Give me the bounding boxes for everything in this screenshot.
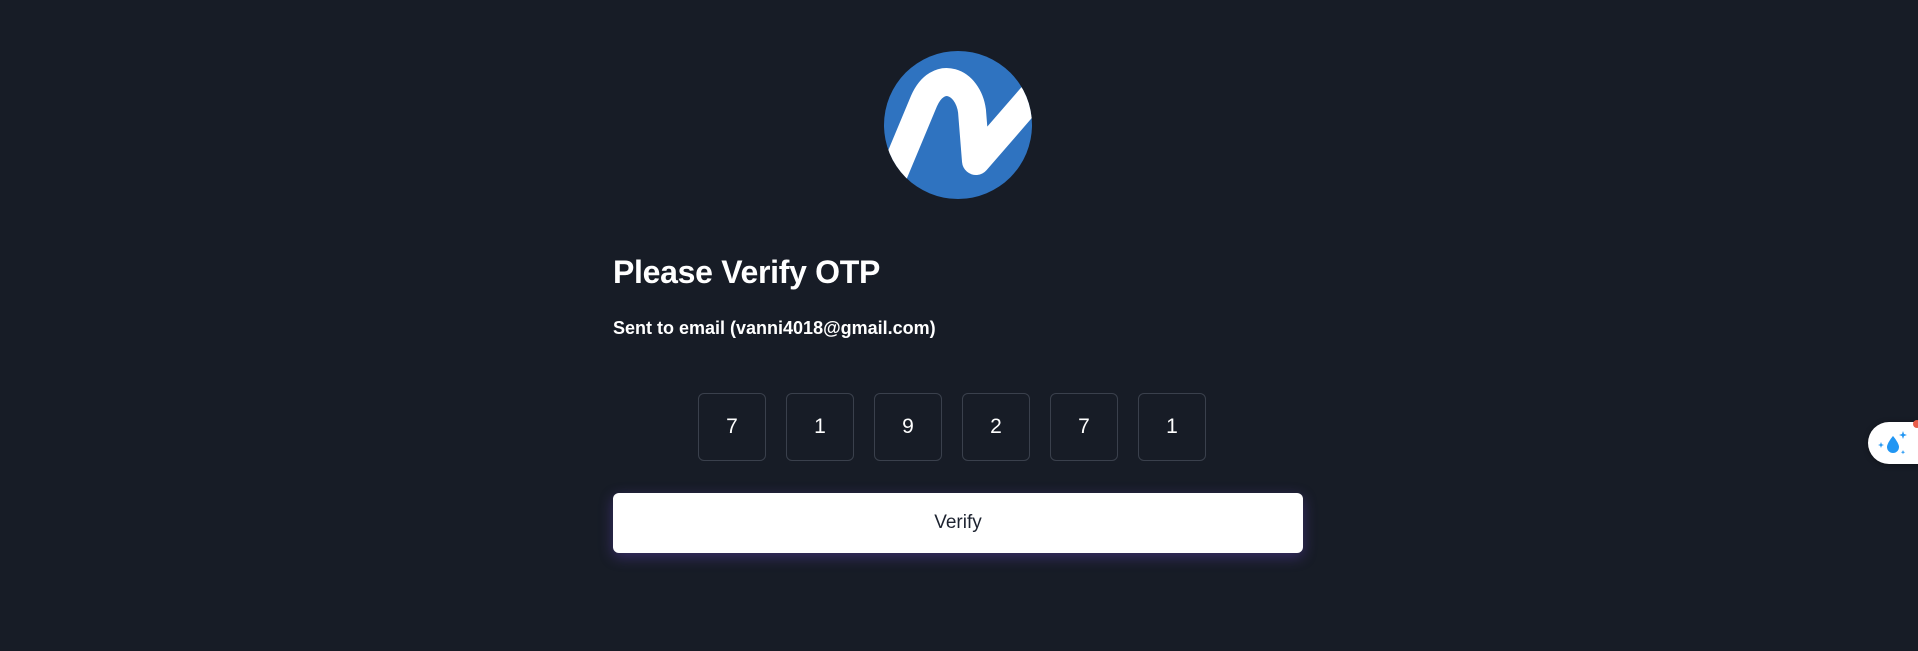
page-title: Please Verify OTP — [613, 254, 881, 290]
verify-button[interactable]: Verify — [613, 493, 1303, 553]
otp-digit-3[interactable] — [874, 393, 942, 461]
email-sent-note: Sent to email (vanni4018@gmail.com) — [613, 318, 936, 338]
otp-digit-1[interactable] — [698, 393, 766, 461]
otp-digit-2[interactable] — [786, 393, 854, 461]
brand-logo — [884, 51, 1032, 199]
otp-input-group — [698, 393, 1206, 461]
otp-digit-5[interactable] — [1050, 393, 1118, 461]
otp-digit-4[interactable] — [962, 393, 1030, 461]
extension-widget[interactable] — [1868, 420, 1918, 464]
otp-digit-6[interactable] — [1138, 393, 1206, 461]
notification-dot — [1913, 420, 1918, 428]
sparkle-drop-icon — [1878, 431, 1907, 455]
brand-logo-icon — [884, 51, 1032, 199]
